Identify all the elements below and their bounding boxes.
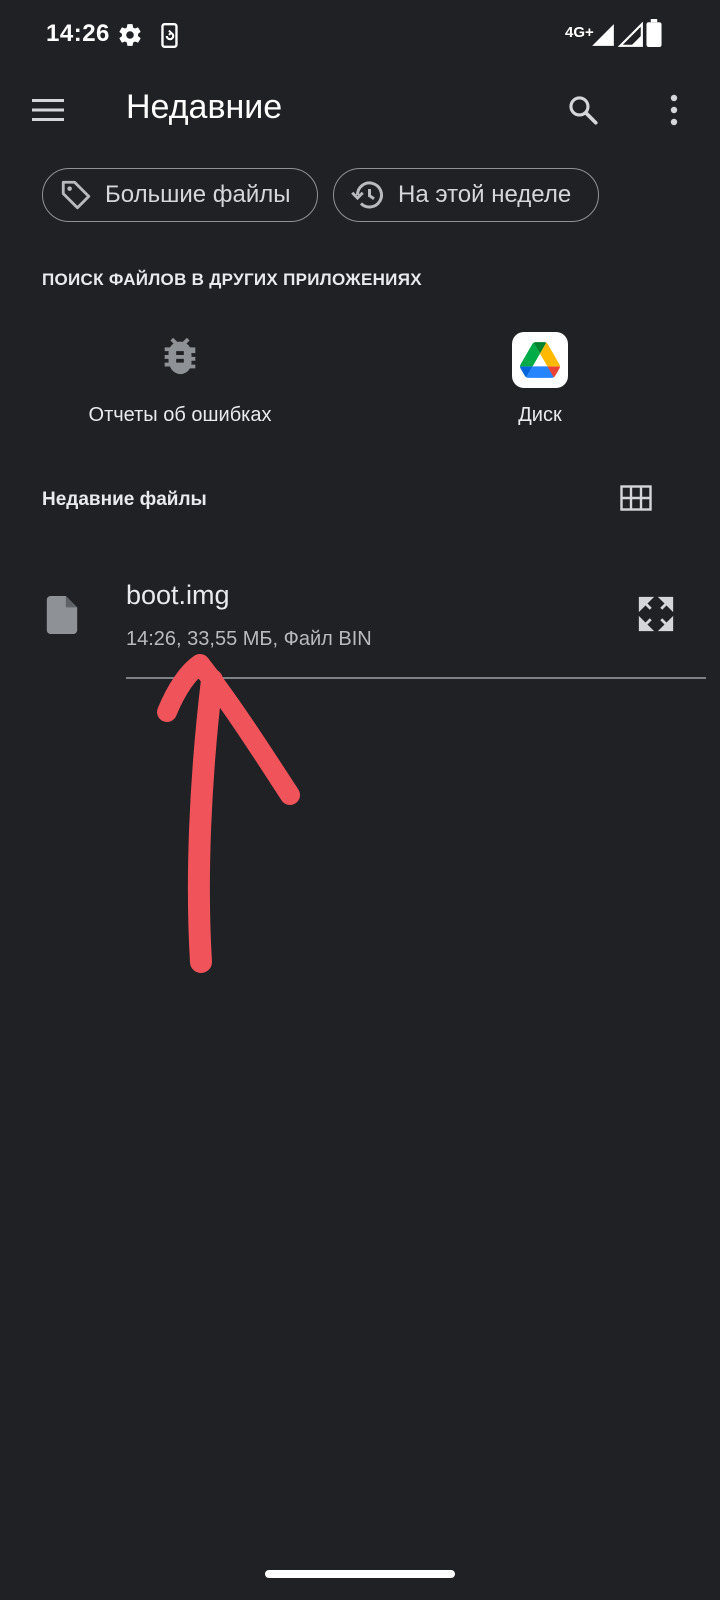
annotation-arrow xyxy=(157,654,300,973)
gesture-nav-handle[interactable] xyxy=(265,1570,455,1578)
